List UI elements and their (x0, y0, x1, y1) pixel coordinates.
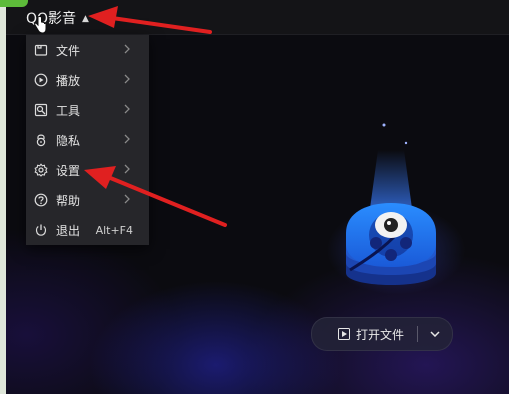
open-file-dropdown[interactable] (418, 331, 452, 337)
qq-player-logo (346, 123, 436, 285)
open-file-label: 打开文件 (356, 327, 405, 342)
menu-item-help[interactable]: 帮助 (26, 185, 149, 215)
help-icon (34, 193, 48, 207)
window-left-edge (0, 0, 28, 394)
play-circle-icon (34, 73, 48, 87)
menu-item-label: 退出 (56, 223, 81, 238)
chevron-right-icon (124, 134, 130, 144)
lock-icon (34, 133, 48, 147)
menu-item-label: 文件 (56, 43, 81, 58)
menu-item-file[interactable]: 文件 (26, 35, 149, 65)
menu-item-exit[interactable]: 退出 Alt+F4 (26, 215, 149, 245)
shortcut-label: Alt+F4 (95, 223, 133, 237)
gear-icon (34, 163, 48, 177)
folder-icon (34, 43, 48, 57)
menu-item-settings[interactable]: 设置 (26, 155, 149, 185)
menu-item-tools[interactable]: 工具 (26, 95, 149, 125)
chevron-right-icon (124, 44, 130, 54)
main-menu: 文件 播放 工具 隐私 设置 帮助 退出 Alt+F4 (26, 35, 149, 245)
menu-item-play[interactable]: 播放 (26, 65, 149, 95)
title-bar: QQ影音 ▲ (6, 0, 509, 35)
chevron-right-icon (124, 74, 130, 84)
menu-item-label: 工具 (56, 103, 81, 118)
chevron-right-icon (124, 164, 130, 174)
open-file-button[interactable]: 打开文件 (312, 326, 417, 343)
open-file-button-group: 打开文件 (311, 317, 453, 351)
tools-icon (34, 103, 48, 117)
menu-item-label: 隐私 (56, 133, 81, 148)
caret-up-icon: ▲ (82, 14, 89, 24)
hand-cursor-icon (34, 16, 47, 34)
power-icon (34, 223, 48, 237)
chevron-down-icon (430, 331, 440, 337)
play-file-icon (338, 328, 350, 340)
chevron-right-icon (124, 194, 130, 204)
menu-item-label: 帮助 (56, 193, 81, 208)
menu-item-privacy[interactable]: 隐私 (26, 125, 149, 155)
menu-item-label: 设置 (56, 163, 81, 178)
chevron-right-icon (124, 104, 130, 114)
menu-item-label: 播放 (56, 73, 81, 88)
